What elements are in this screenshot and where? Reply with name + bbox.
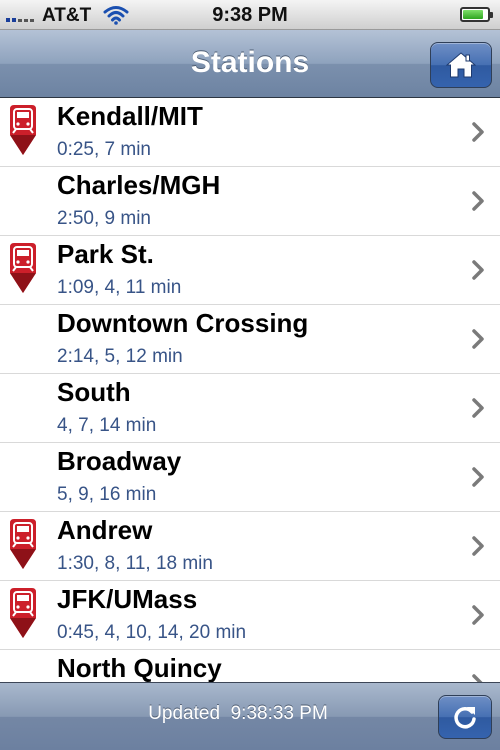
station-arrival-times: 2:14, 5, 12 min [57, 346, 183, 367]
station-name: Downtown Crossing [57, 308, 309, 338]
t-station-icon [8, 588, 38, 638]
chevron-right-icon [472, 467, 484, 487]
station-row[interactable]: Andrew 1:30, 8, 11, 18 min [0, 512, 500, 581]
station-row[interactable]: North Quincy [0, 650, 500, 682]
refresh-button[interactable] [438, 695, 492, 739]
station-list: Kendall/MIT 0:25, 7 min Charles/MGH 2:50, 9… [0, 98, 500, 682]
chevron-right-icon [472, 605, 484, 625]
station-arrival-times: 5, 9, 16 min [57, 484, 157, 505]
chevron-right-icon [472, 536, 484, 556]
station-name: North Quincy [57, 653, 222, 682]
chevron-right-icon [472, 329, 484, 349]
station-name: Park St. [57, 239, 154, 269]
chevron-right-icon [472, 674, 484, 682]
chevron-right-icon [472, 191, 484, 211]
station-row[interactable]: Broadway 5, 9, 16 min [0, 443, 500, 512]
station-name: Charles/MGH [57, 170, 221, 200]
page-title: Stations [190, 46, 310, 79]
station-name: Kendall/MIT [57, 101, 203, 131]
chevron-right-icon [472, 122, 484, 142]
station-row[interactable]: Downtown Crossing 2:14, 5, 12 min [0, 305, 500, 374]
updated-label: Updated [148, 703, 221, 724]
battery-icon [460, 7, 493, 22]
station-row[interactable]: Park St. 1:09, 4, 11 min [0, 236, 500, 305]
refresh-icon [454, 707, 476, 729]
station-name: JFK/UMass [57, 584, 198, 614]
station-arrival-times: 2:50, 9 min [57, 208, 151, 229]
t-station-icon [8, 105, 38, 155]
home-icon [446, 52, 476, 78]
chevron-right-icon [472, 398, 484, 418]
station-arrival-times: 0:45, 4, 10, 14, 20 min [57, 622, 247, 643]
station-name: South [57, 377, 131, 407]
t-station-icon [8, 519, 38, 569]
station-arrival-times: 1:09, 4, 11 min [57, 277, 182, 298]
station-arrival-times: 1:30, 8, 11, 18 min [57, 553, 213, 574]
bottom-toolbar: Updated 9:38:33 PM [0, 682, 500, 750]
station-row[interactable]: Charles/MGH 2:50, 9 min [0, 167, 500, 236]
station-arrival-times: 4, 7, 14 min [57, 415, 157, 436]
chevron-right-icon [472, 260, 484, 280]
station-arrival-times: 0:25, 7 min [57, 139, 151, 160]
status-clock: 9:38 PM [212, 4, 288, 26]
updated-status: Updated 9:38:33 PM [0, 703, 476, 725]
station-row[interactable]: Kendall/MIT 0:25, 7 min [0, 98, 500, 167]
battery-level-fill [463, 10, 484, 19]
station-row[interactable]: JFK/UMass 0:45, 4, 10, 14, 20 min [0, 581, 500, 650]
home-button[interactable] [430, 42, 492, 88]
status-bar: AT&T 9:38 PM [0, 0, 500, 30]
t-station-icon [8, 243, 38, 293]
navigation-bar: Stations [0, 30, 500, 98]
station-name: Broadway [57, 446, 182, 476]
station-name: Andrew [57, 515, 153, 545]
station-row[interactable]: South 4, 7, 14 min [0, 374, 500, 443]
updated-time: 9:38:33 PM [230, 703, 328, 724]
